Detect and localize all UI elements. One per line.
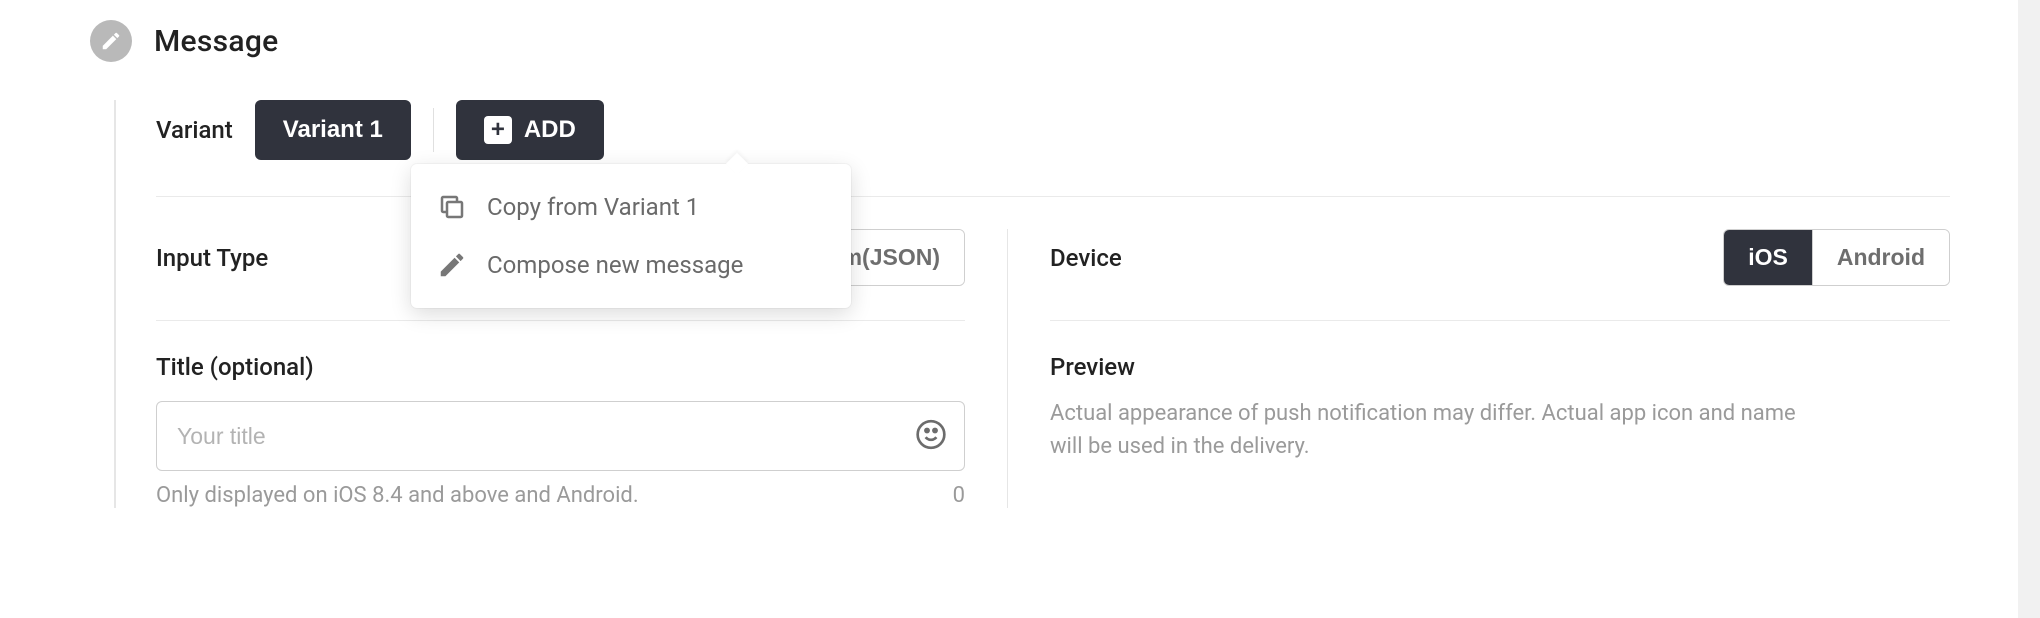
title-input[interactable] <box>156 401 965 471</box>
menu-item-label: Copy from Variant 1 <box>487 193 699 221</box>
page-title: Message <box>154 24 279 59</box>
variant-label: Variant <box>156 116 233 144</box>
input-type-label: Input Type <box>156 244 268 272</box>
device-android-button[interactable]: Android <box>1812 230 1949 285</box>
menu-item-label: Compose new message <box>487 251 743 279</box>
title-field-label: Title (optional) <box>156 353 965 381</box>
menu-compose-new[interactable]: Compose new message <box>411 236 851 294</box>
variant-tab-label: Variant 1 <box>283 116 383 144</box>
variant-row: Variant Variant 1 + ADD Copy from Varian… <box>156 100 1950 160</box>
add-variant-button[interactable]: + ADD <box>456 100 604 160</box>
copy-icon <box>437 192 467 222</box>
device-ios-button[interactable]: iOS <box>1724 230 1812 285</box>
title-char-count: 0 <box>953 483 965 508</box>
emoji-picker-button[interactable] <box>911 415 951 458</box>
add-variant-menu: Copy from Variant 1 Compose new message <box>411 164 851 308</box>
page-header: Message <box>90 20 1950 62</box>
divider <box>156 320 965 321</box>
variant-tab-1[interactable]: Variant 1 <box>255 100 411 160</box>
add-button-label: ADD <box>524 116 576 144</box>
device-segmented: iOS Android <box>1723 229 1950 286</box>
divider <box>1050 320 1950 321</box>
plus-icon: + <box>484 116 512 144</box>
device-label: Device <box>1050 244 1122 272</box>
pencil-icon <box>90 20 132 62</box>
device-row: Device iOS Android <box>1050 229 1950 286</box>
scrollbar-track[interactable] <box>2018 0 2040 618</box>
smiley-icon <box>915 419 947 451</box>
menu-copy-from-variant[interactable]: Copy from Variant 1 <box>411 178 851 236</box>
divider <box>433 108 434 152</box>
preview-description: Actual appearance of push notification m… <box>1050 397 1830 463</box>
pencil-icon <box>437 250 467 280</box>
preview-label: Preview <box>1050 353 1950 381</box>
title-help-text: Only displayed on iOS 8.4 and above and … <box>156 483 937 508</box>
